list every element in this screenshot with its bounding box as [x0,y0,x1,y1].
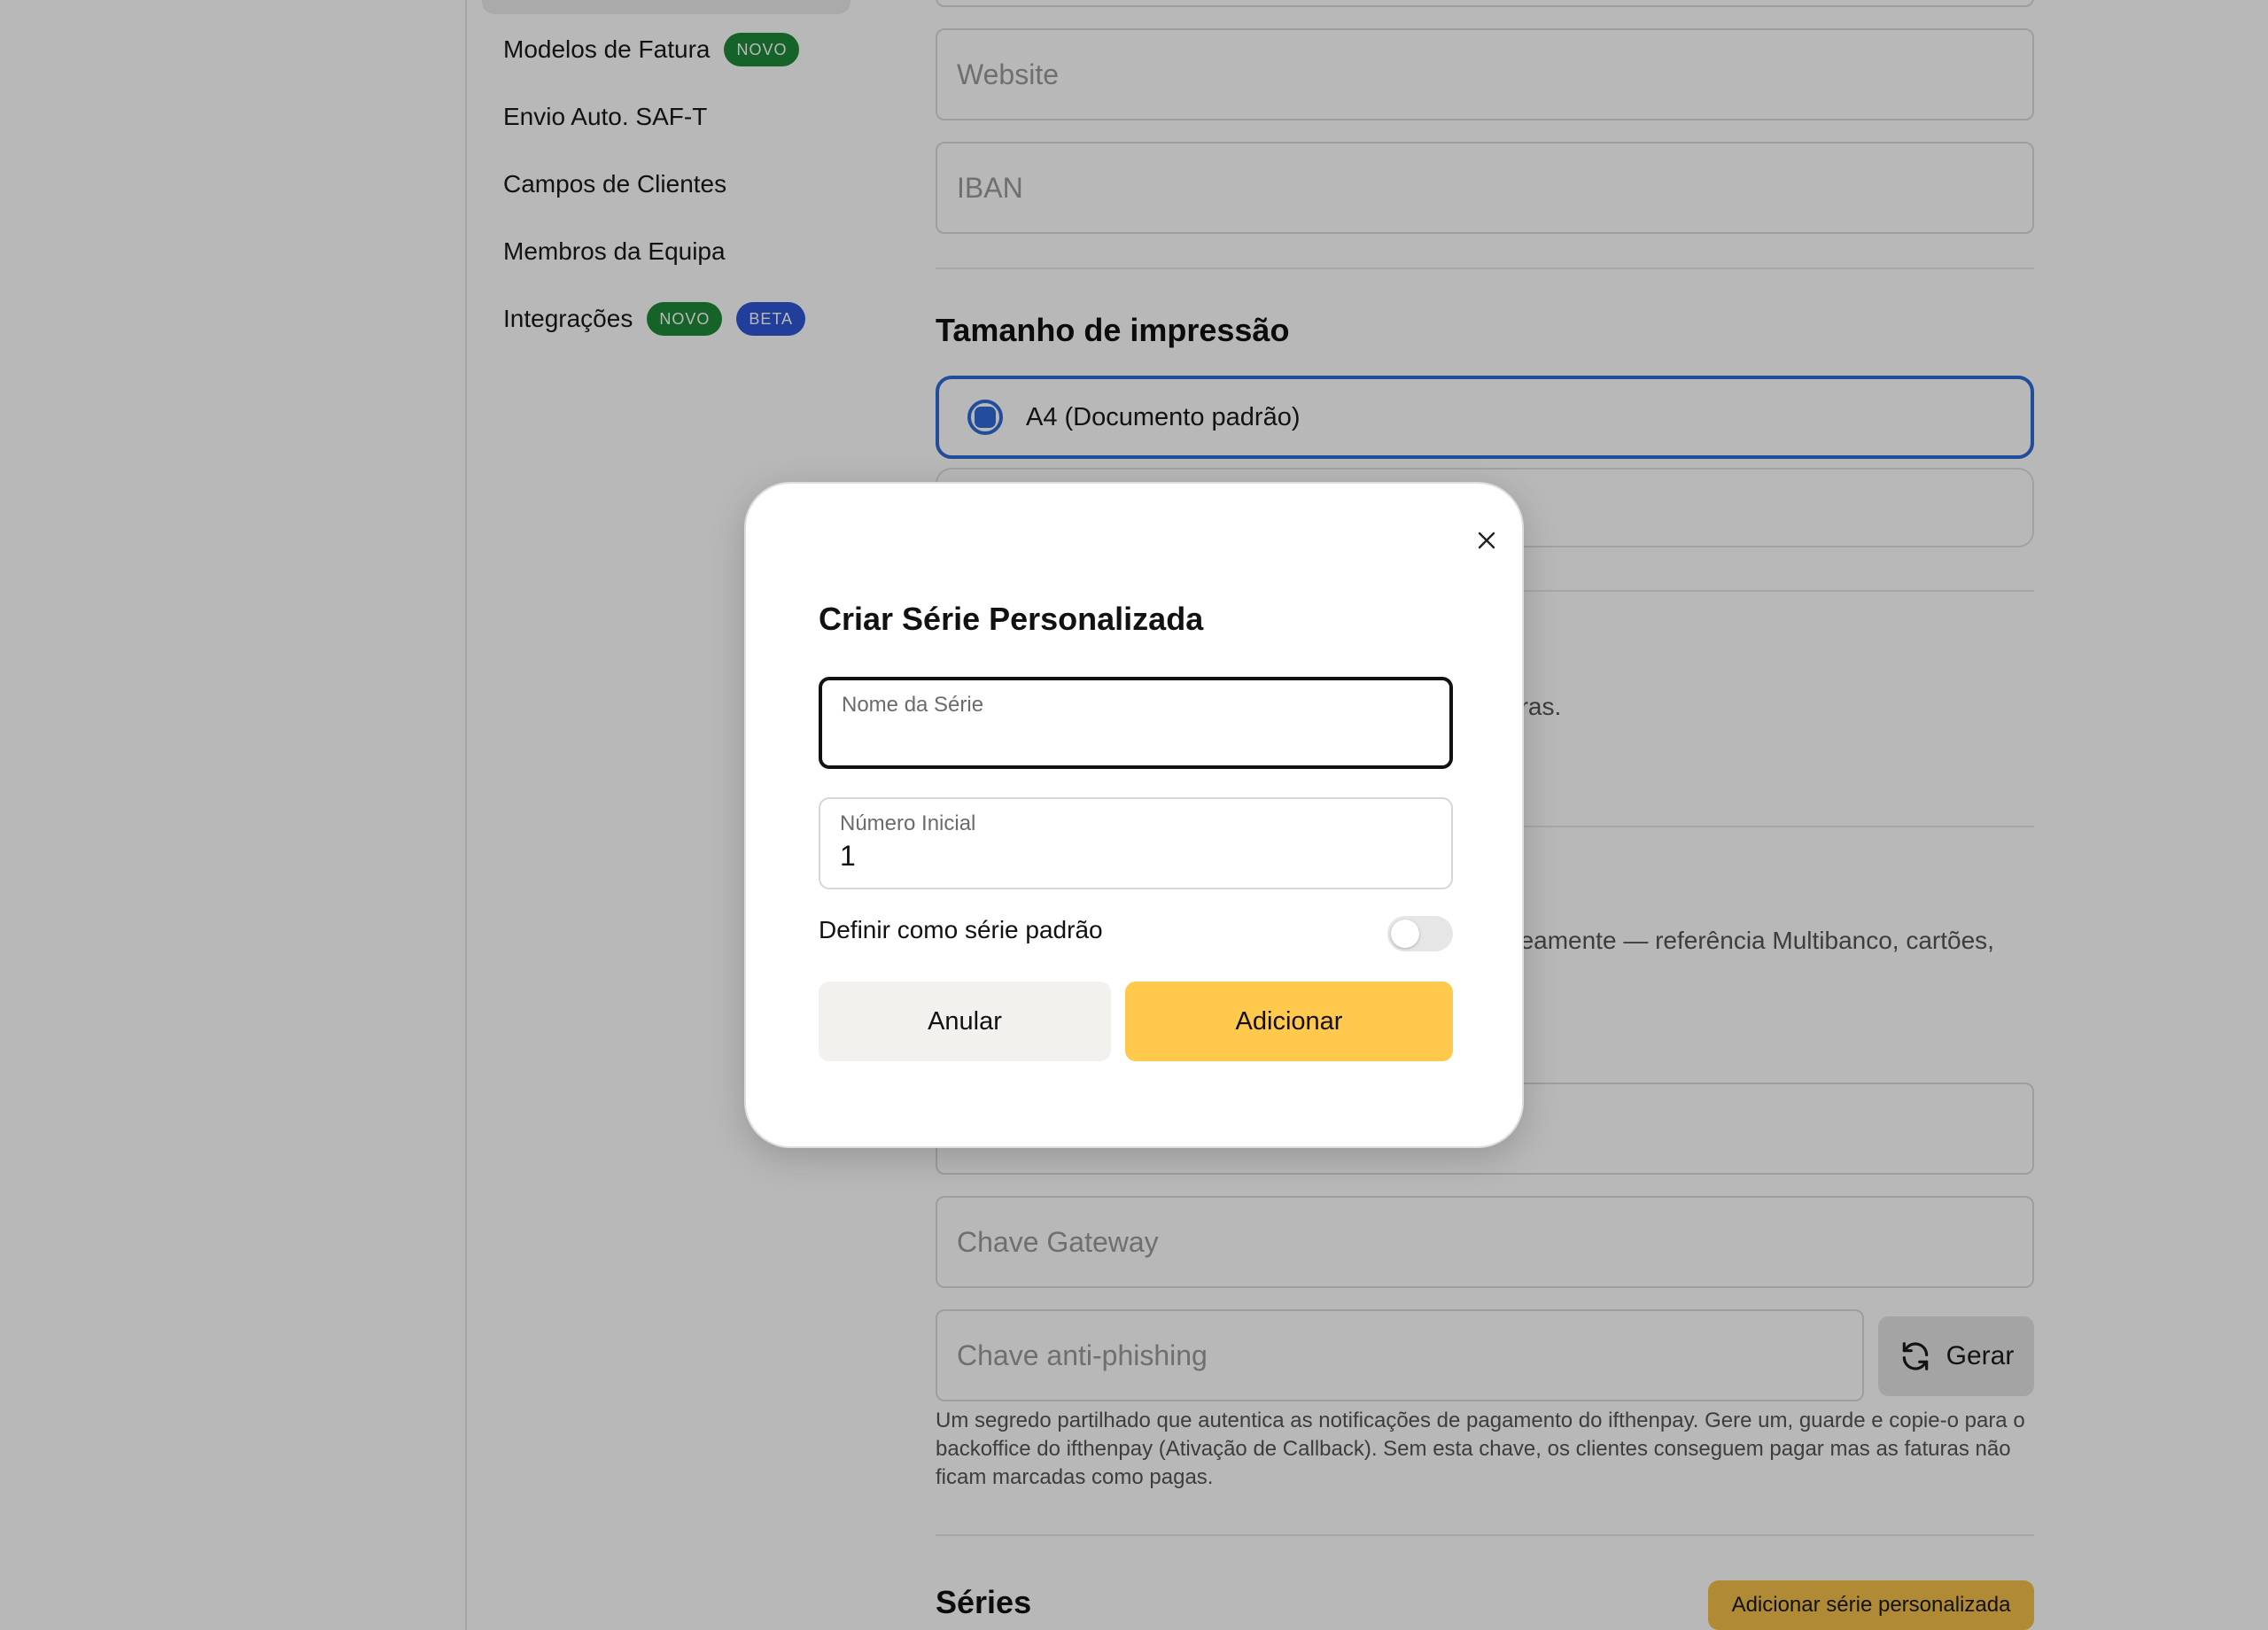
series-name-field[interactable]: Nome da Série [819,677,1453,769]
start-number-label: Número Inicial [840,811,976,835]
add-button[interactable]: Adicionar [1125,982,1453,1061]
series-name-input[interactable] [842,721,1430,754]
close-button[interactable] [1460,514,1513,567]
modal-title: Criar Série Personalizada [819,601,1204,637]
cancel-button[interactable]: Anular [819,982,1111,1061]
series-name-label: Nome da Série [842,693,984,717]
start-number-field[interactable]: Número Inicial [819,797,1453,889]
create-series-modal: Criar Série Personalizada Nome da Série … [744,482,1524,1148]
default-series-toggle[interactable] [1387,916,1453,951]
start-number-input[interactable] [840,840,1432,873]
toggle-knob [1391,920,1419,948]
close-icon [1478,532,1495,549]
default-series-label: Definir como série padrão [819,916,1103,943]
